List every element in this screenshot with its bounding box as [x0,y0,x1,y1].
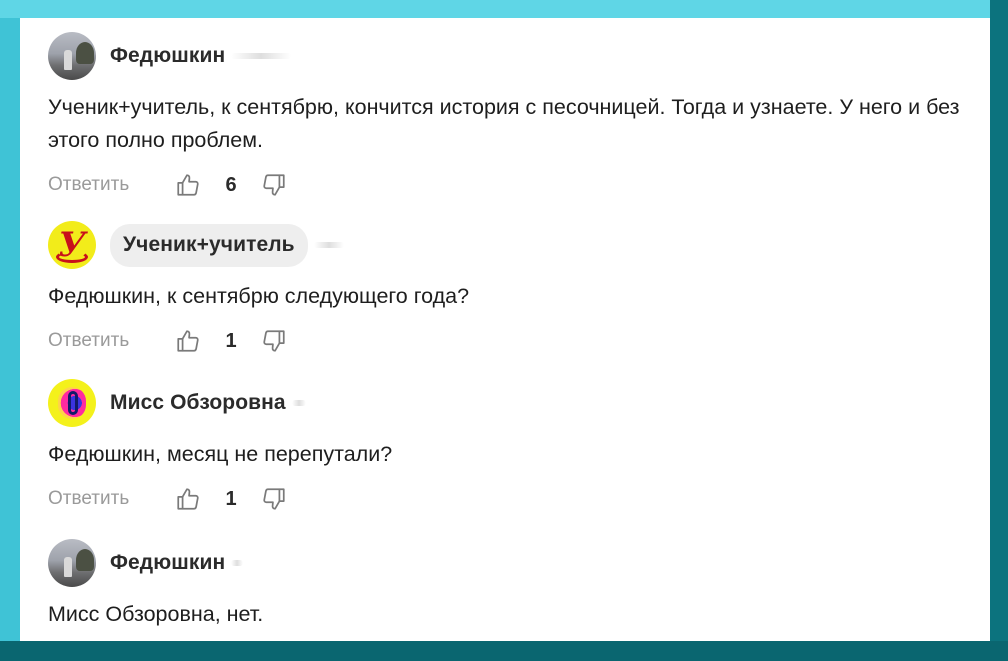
avatar-tree-shape [76,42,94,64]
thumbs-up-icon[interactable] [175,486,201,512]
reply-button[interactable]: Ответить [48,174,175,196]
comment-actions: Ответить 6 [48,169,968,201]
avatar[interactable] [48,379,96,427]
comment-header: У Ученик+учитель [48,220,968,270]
thumbs-down-icon[interactable] [261,328,287,354]
comment-text: Федюшкин, месяц не перепутали? [48,442,393,466]
author-name[interactable]: Мисс Обзоровна [110,391,286,415]
thumbs-down-icon[interactable] [261,172,287,198]
avatar-bar-shape [68,391,78,415]
blurred-date [313,242,344,248]
author-name[interactable]: Федюшкин [110,44,225,68]
thumbs-up-icon[interactable] [175,172,201,198]
like-count: 6 [225,173,237,196]
comment-item: Мисс Обзоровна Федюшкин, месяц не перепу… [48,378,968,515]
blurred-date [291,400,306,406]
comment-header: Федюшкин [48,31,968,81]
avatar-figure-shape [64,557,72,577]
like-count: 1 [225,329,237,352]
comment-header: Мисс Обзоровна [48,378,968,428]
author-name[interactable]: Ученик+учитель [110,223,308,267]
comment-text: Мисс Обзоровна, нет. [48,602,264,626]
comments-panel: Федюшкин Ученик+учитель, к сентябрю, кон… [20,18,990,641]
comment-actions: Ответить 1 [48,483,968,515]
avatar-swirl-shape [56,251,88,263]
author-name[interactable]: Федюшкин [110,551,225,575]
thumbs-up-icon[interactable] [175,328,201,354]
comment-item: Федюшкин Ученик+учитель, к сентябрю, кон… [48,31,968,201]
comment-item: У Ученик+учитель Федюшкин, к сентябрю сл… [48,220,968,357]
avatar-figure-shape [64,50,72,70]
blurred-date [231,53,292,59]
avatar[interactable] [48,539,96,587]
comment-header: Федюшкин [48,538,968,588]
avatar[interactable]: У [48,221,96,269]
thumbs-down-icon[interactable] [261,486,287,512]
avatar-tree-shape [76,549,94,571]
comment-item: Федюшкин Мисс Обзоровна, нет. [48,538,968,631]
reply-button[interactable]: Ответить [48,488,175,510]
like-count: 1 [225,487,237,510]
comment-text: Ученик+учитель, к сентябрю, кончится ист… [48,95,960,152]
comment-text: Федюшкин, к сентябрю следующего года? [48,284,470,308]
reply-button[interactable]: Ответить [48,330,175,352]
blurred-date [231,560,244,566]
comment-actions: Ответить 1 [48,325,968,357]
avatar[interactable] [48,32,96,80]
